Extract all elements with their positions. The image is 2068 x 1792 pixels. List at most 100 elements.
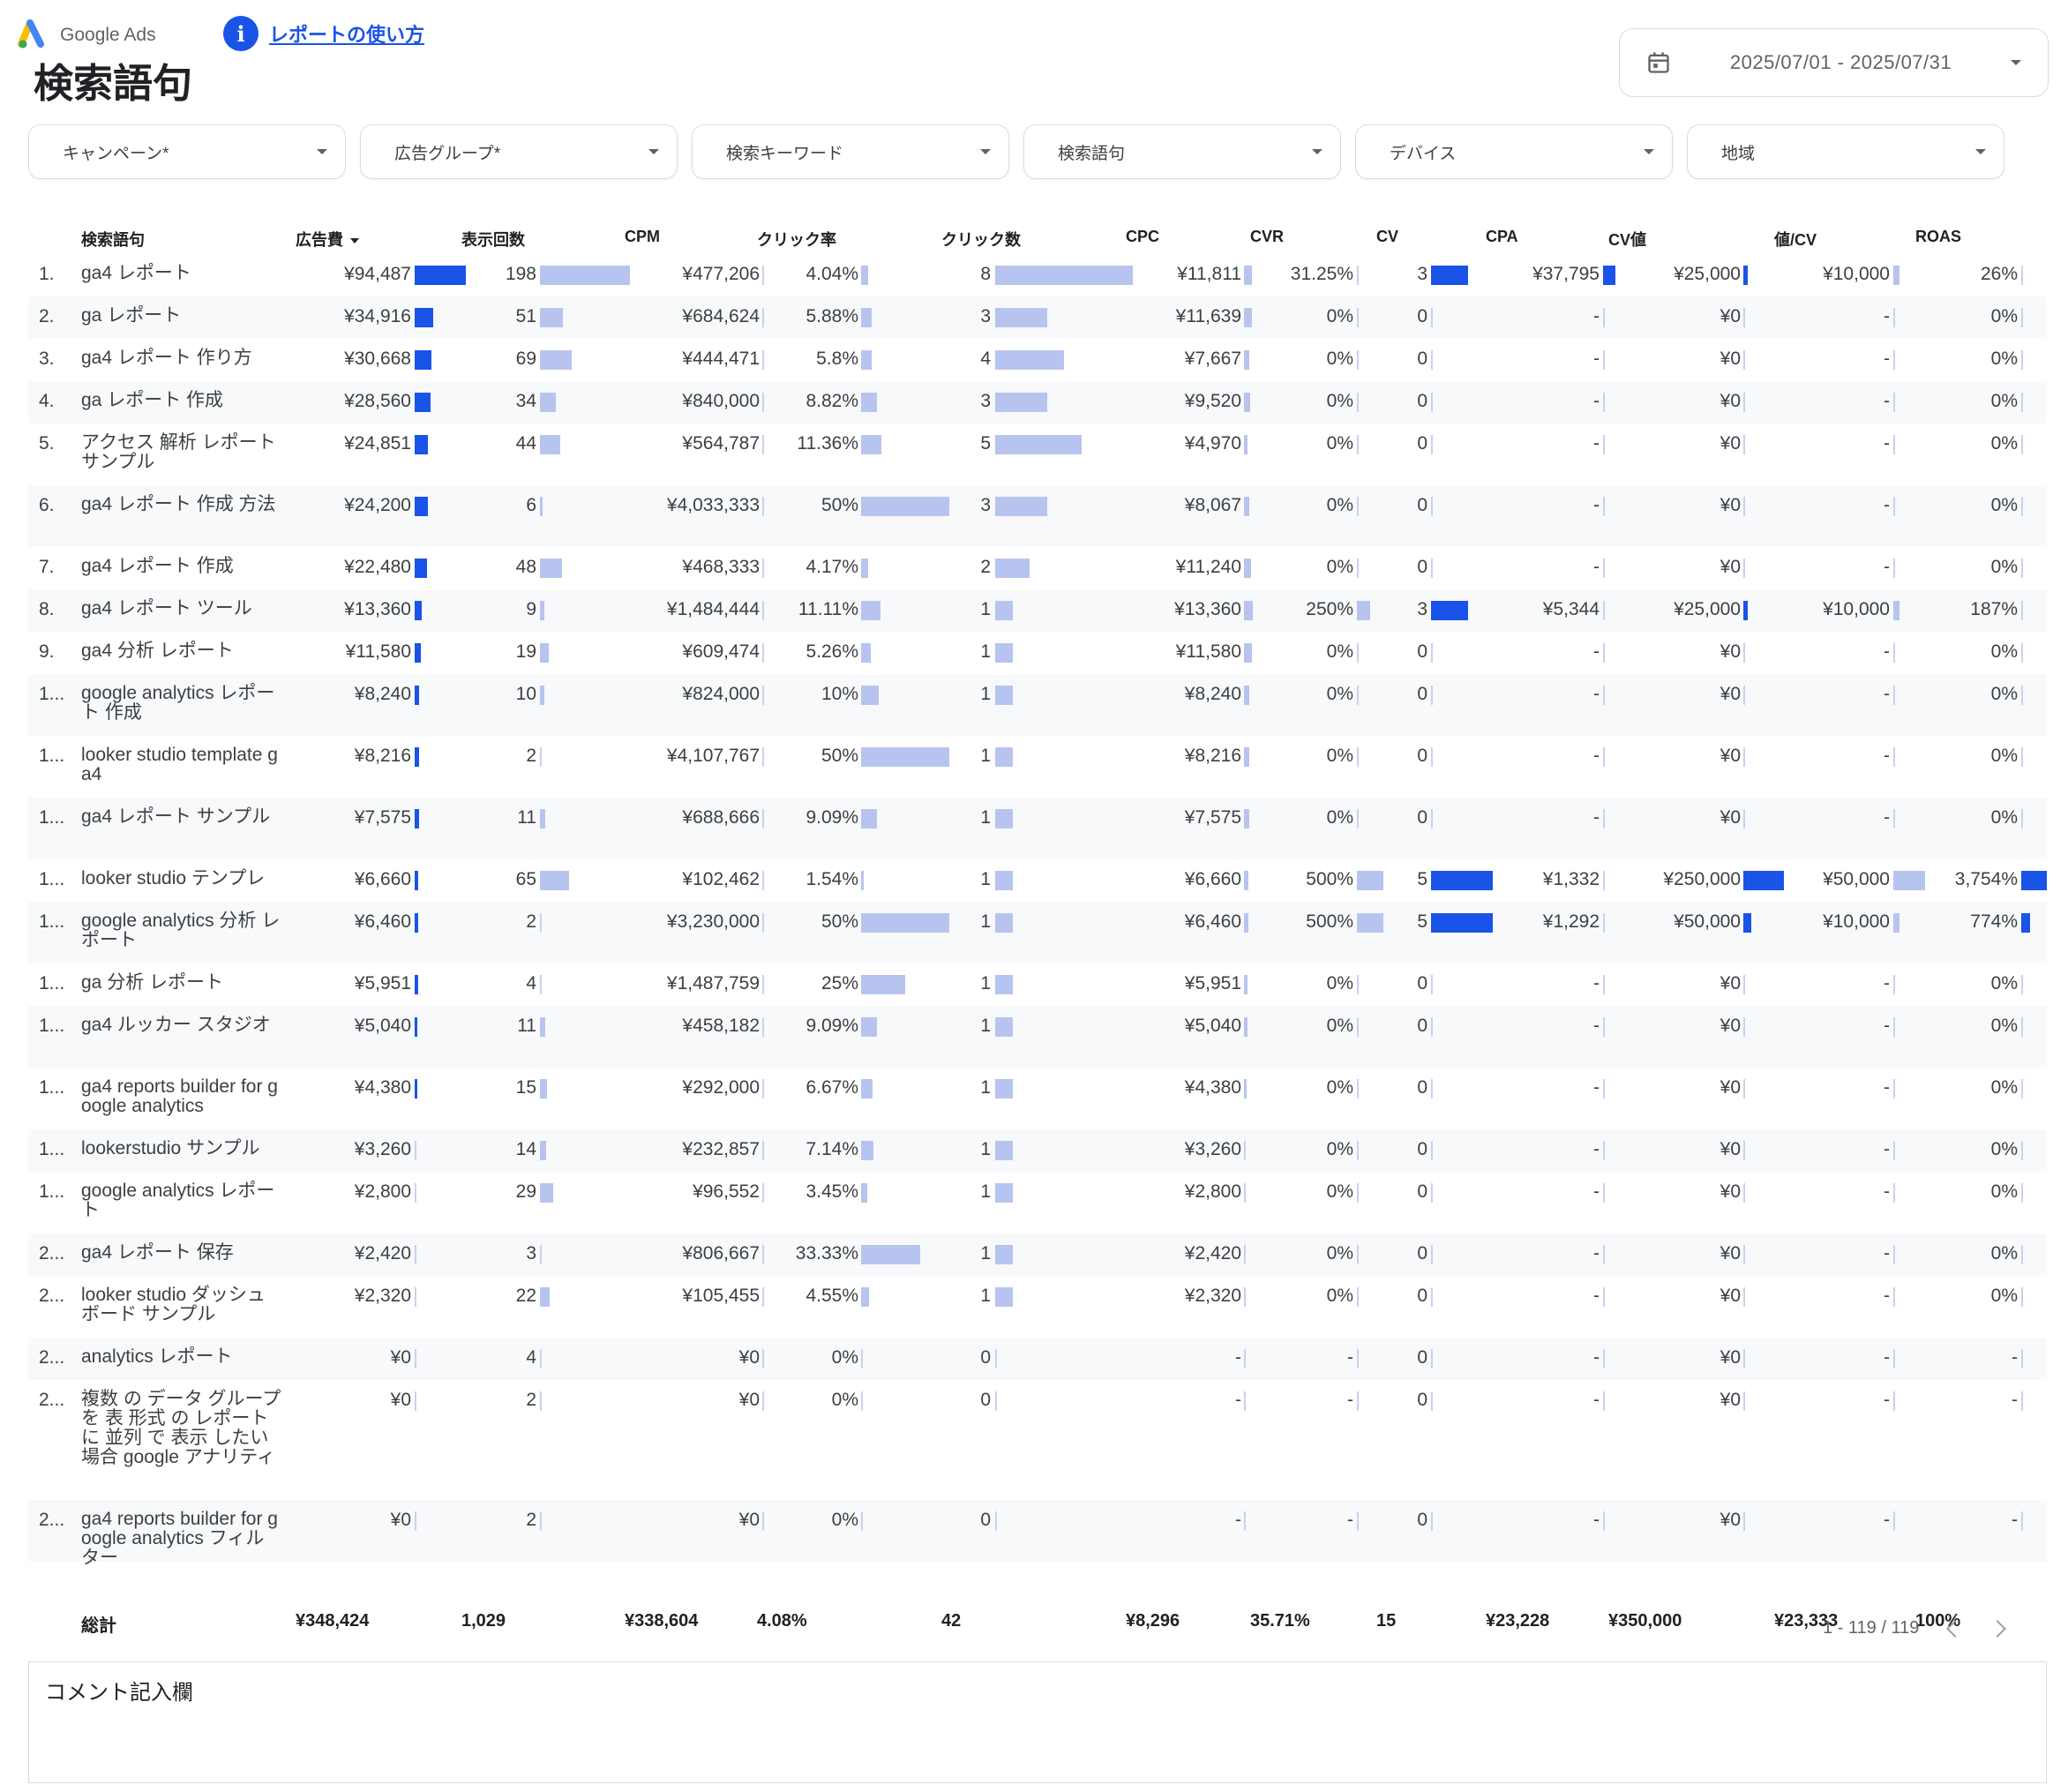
table-row[interactable]: 2... analytics レポート ¥0 4 ¥0 0% 0- -0- ¥0- - bbox=[28, 1338, 2047, 1380]
imp-bar bbox=[540, 1391, 542, 1411]
column-header[interactable]: ROAS bbox=[1915, 228, 1961, 246]
filter-label: 地域 bbox=[1721, 144, 1756, 163]
table-row[interactable]: 1... looker studio テンプレ ¥6,660 65 ¥102,462 1.… bbox=[28, 859, 2047, 902]
table-row[interactable]: 1... google analytics 分析 レポート ¥6,460 2 ¥3,23… bbox=[28, 902, 2047, 963]
roas-cell: 0% bbox=[1990, 1243, 2018, 1263]
clicks-bar bbox=[995, 1079, 1013, 1098]
total-cost: ¥348,424 bbox=[296, 1611, 370, 1631]
imp-cell: 2 bbox=[526, 1510, 536, 1530]
column-header[interactable]: 広告費 bbox=[296, 228, 359, 251]
chevron-down-icon bbox=[2011, 60, 2021, 65]
column-header-label: 値/CV bbox=[1774, 231, 1817, 249]
filter-device[interactable]: デバイス bbox=[1355, 124, 1673, 179]
imp-cell: 29 bbox=[515, 1181, 536, 1202]
column-header[interactable]: 表示回数 bbox=[461, 228, 525, 251]
table-row[interactable]: 3. ga4 レポート 作り方 ¥30,668 69 ¥444,471 5.8% 4 ¥7,6… bbox=[28, 339, 2047, 381]
cv-cell: 0 bbox=[1417, 495, 1427, 515]
roas-bar bbox=[2021, 1391, 2023, 1411]
date-range-picker[interactable]: 2025/07/01 - 2025/07/31 bbox=[1619, 28, 2049, 97]
clicks-cell: 1 bbox=[980, 1286, 991, 1306]
clicks-cell: 1 bbox=[980, 641, 991, 662]
column-header[interactable]: CV bbox=[1376, 228, 1398, 246]
logo-text: Google Ads bbox=[60, 25, 156, 45]
imp-bar bbox=[540, 871, 569, 890]
imp-cell: 6 bbox=[526, 495, 536, 515]
table-row[interactable]: 8. ga4 レポート ツール ¥13,360 9 ¥1,484,444 11.11% 1 ¥… bbox=[28, 589, 2047, 632]
table-row[interactable]: 2... ga4 reports builder for google analy… bbox=[28, 1500, 2047, 1568]
filter-region[interactable]: 地域 bbox=[1687, 124, 2004, 179]
table-row[interactable]: 2... looker studio ダッシュボード サンプル ¥2,320 22 ¥1… bbox=[28, 1276, 2047, 1338]
help-link[interactable]: i レポートの使い方 bbox=[223, 16, 424, 51]
table-row[interactable]: 1... ga4 ルッカー スタジオ ¥5,040 11 ¥458,182 9.09% 1 ¥… bbox=[28, 1006, 2047, 1068]
imp-bar bbox=[540, 1079, 547, 1098]
imp-cell: 34 bbox=[515, 391, 536, 411]
imp-cell: 48 bbox=[515, 557, 536, 577]
column-header[interactable]: CPA bbox=[1486, 228, 1518, 246]
table-row[interactable]: 1. ga4 レポート ¥94,487 198 ¥477,206 4.04% 8 ¥11,81… bbox=[28, 254, 2047, 296]
comment-box[interactable]: コメント記入欄 bbox=[28, 1661, 2047, 1783]
table-row[interactable]: 1... looker studio template ga4 ¥8,216 2 ¥4,… bbox=[28, 736, 2047, 798]
table-row[interactable]: 9. ga4 分析 レポート ¥11,580 19 ¥609,474 5.26% 1 ¥11,… bbox=[28, 632, 2047, 674]
table-row[interactable]: 7. ga4 レポート 作成 ¥22,480 48 ¥468,333 4.17% 2 ¥11,… bbox=[28, 547, 2047, 589]
column-header[interactable]: 検索語句 bbox=[81, 228, 145, 251]
filter-label: 広告グループ* bbox=[394, 144, 501, 163]
filter-search-term[interactable]: 検索語句 bbox=[1023, 124, 1341, 179]
column-header-label: CPC bbox=[1126, 228, 1160, 245]
column-header-label: クリック率 bbox=[757, 231, 836, 249]
column-header[interactable]: CV値 bbox=[1608, 228, 1646, 251]
table-row[interactable]: 1... ga4 reports builder for google analy… bbox=[28, 1068, 2047, 1129]
help-link-label[interactable]: レポートの使い方 bbox=[269, 19, 424, 48]
table-row[interactable]: 1... ga 分析 レポート ¥5,951 4 ¥1,487,759 25% 1 ¥5,95… bbox=[28, 963, 2047, 1006]
table-row[interactable]: 2. ga レポート ¥34,916 51 ¥684,624 5.88% 3 ¥11,639 0… bbox=[28, 296, 2047, 339]
table-row[interactable]: 1... lookerstudio サンプル ¥3,260 14 ¥232,857 7.1… bbox=[28, 1129, 2047, 1172]
column-header[interactable]: クリック数 bbox=[941, 228, 1021, 251]
chevron-left-icon[interactable] bbox=[1946, 1619, 1965, 1638]
total-cpm: ¥338,604 bbox=[625, 1611, 699, 1631]
table-row[interactable]: 1... google analytics レポート ¥2,800 29 ¥96,552… bbox=[28, 1172, 2047, 1233]
table-body[interactable]: 1. ga4 レポート ¥94,487 198 ¥477,206 4.04% 8 ¥11,81… bbox=[28, 254, 2047, 1601]
table-row[interactable]: 1... google analytics レポート 作成 ¥8,240 10 ¥824… bbox=[28, 674, 2047, 736]
table-row[interactable]: 2... 複数 の データ グループ を 表 形式 の レポート に 並列 で 表… bbox=[28, 1380, 2047, 1500]
filter-ad-group[interactable]: 広告グループ* bbox=[360, 124, 678, 179]
filter-search-keyword[interactable]: 検索キーワード bbox=[692, 124, 1009, 179]
row-index: 1... bbox=[39, 1077, 65, 1098]
column-header[interactable]: CPM bbox=[625, 228, 660, 246]
roas-cell: 0% bbox=[1990, 433, 2018, 454]
imp-bar bbox=[540, 1511, 542, 1531]
row-index: 5. bbox=[39, 433, 55, 454]
table-row[interactable]: 1... ga4 レポート サンプル ¥7,575 11 ¥688,666 9.09% 1 ¥… bbox=[28, 798, 2047, 859]
imp-bar bbox=[540, 975, 542, 994]
clicks-bar bbox=[995, 601, 1013, 620]
row-index: 4. bbox=[39, 391, 55, 411]
roas-cell: 26% bbox=[1980, 264, 2018, 284]
table-row[interactable]: 6. ga4 レポート 作成 方法 ¥24,200 6 ¥4,033,333 50% 3 ¥8… bbox=[28, 485, 2047, 547]
clicks-bar bbox=[995, 1245, 1013, 1264]
clicks-bar bbox=[995, 1287, 1013, 1307]
clicks-bar bbox=[995, 497, 1047, 516]
table-row[interactable]: 2... ga4 レポート 保存 ¥2,420 3 ¥806,667 33.33% 1 ¥2,… bbox=[28, 1233, 2047, 1276]
imp-cell: 11 bbox=[517, 1016, 536, 1036]
filter-campaign[interactable]: キャンペーン* bbox=[28, 124, 346, 179]
roas-cell: 774% bbox=[1970, 911, 2018, 932]
info-icon: i bbox=[223, 16, 258, 51]
roas-cell: 0% bbox=[1990, 1139, 2018, 1159]
roas-cell: - bbox=[2012, 1390, 2018, 1410]
column-header[interactable]: クリック率 bbox=[757, 228, 836, 251]
clicks-cell: 0 bbox=[980, 1347, 991, 1368]
roas-bar bbox=[2021, 350, 2023, 370]
total-cpc: ¥8,296 bbox=[1126, 1611, 1180, 1631]
column-header[interactable]: 値/CV bbox=[1774, 228, 1817, 251]
roas-cell: 0% bbox=[1990, 391, 2018, 411]
imp-bar bbox=[540, 747, 542, 767]
table-row[interactable]: 4. ga レポート 作成 ¥28,560 34 ¥840,000 8.82% 3 ¥9,52… bbox=[28, 381, 2047, 424]
roas-cell: 0% bbox=[1990, 306, 2018, 326]
column-header-label: CV bbox=[1376, 228, 1399, 245]
imp-bar bbox=[540, 686, 544, 705]
table-row[interactable]: 5. アクセス 解析 レポート サンプル ¥24,851 44 ¥564,787 11.3… bbox=[28, 424, 2047, 485]
chevron-right-icon[interactable] bbox=[1989, 1619, 2007, 1638]
cv-cell: 0 bbox=[1417, 641, 1427, 662]
column-header[interactable]: CVR bbox=[1250, 228, 1284, 246]
row-index: 2... bbox=[39, 1347, 65, 1368]
column-header-label: CV値 bbox=[1608, 231, 1647, 249]
column-header[interactable]: CPC bbox=[1126, 228, 1159, 246]
